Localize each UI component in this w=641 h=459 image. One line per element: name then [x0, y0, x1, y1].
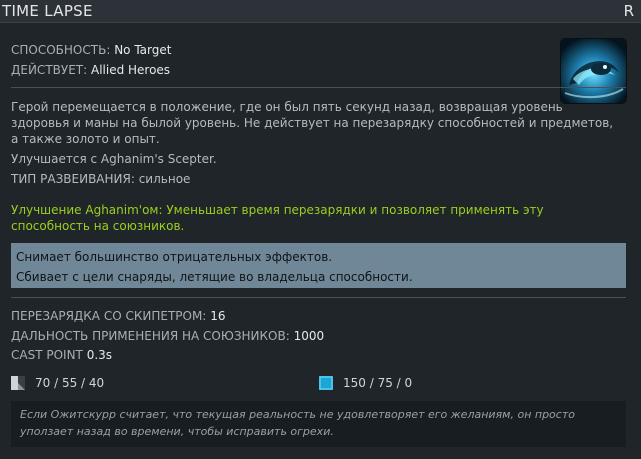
- note-item: Сбивает с цели снаряды, летящие во владе…: [16, 270, 413, 284]
- cooldown-icon: [11, 376, 25, 390]
- stat-value: 1000: [293, 329, 325, 343]
- scepter-upgrade-note: Улучшается с Aghanim's Scepter.: [11, 152, 217, 166]
- scepter-upgrade-text: Улучшение Aghanim'ом: Уменьшает время пе…: [11, 203, 544, 233]
- tooltip-header: TIME LAPSE R: [0, 0, 641, 23]
- mana-icon: [319, 376, 333, 390]
- time-lapse-icon: [561, 39, 626, 103]
- ability-behavior-label: СПОСОБНОСТЬ:: [11, 43, 111, 57]
- stat-cooldown-scepter: ПЕРЕЗАРЯДКА СО СКИПЕТРОМ: 16: [11, 309, 225, 323]
- ability-title: TIME LAPSE: [2, 2, 93, 20]
- ability-affects-value: Allied Heroes: [90, 63, 171, 77]
- note-item: Снимает большинство отрицательных эффект…: [16, 250, 333, 264]
- mana-values: 150 / 75 / 0: [343, 376, 413, 390]
- stat-label: CAST POINT: [11, 348, 83, 362]
- stat-label: ПЕРЕЗАРЯДКА СО СКИПЕТРОМ:: [11, 309, 207, 323]
- lore-text: Если Ожитскурр считает, что текущая реал…: [20, 408, 575, 438]
- stat-label: ДАЛЬНОСТЬ ПРИМЕНЕНИЯ НА СОЮЗНИКОВ:: [11, 329, 290, 343]
- stat-cast-point: CAST POINT 0.3s: [11, 348, 112, 362]
- tooltip-body: [0, 23, 641, 459]
- dispel-type: ТИП РАЗВЕИВАНИЯ: сильное: [11, 172, 191, 186]
- ability-description: Герой перемещается в положение, где он б…: [11, 100, 614, 146]
- ability-behavior-value: No Target: [114, 43, 172, 57]
- ability-affects: ДЕЙСТВУЕТ: Allied Heroes: [11, 63, 170, 77]
- stat-value: 0.3s: [86, 348, 113, 362]
- ability-behavior: СПОСОБНОСТЬ: No Target: [11, 43, 171, 57]
- separator: [11, 87, 626, 88]
- ability-notes: Снимает большинство отрицательных эффект…: [11, 243, 626, 288]
- stat-value: 16: [210, 309, 226, 323]
- separator: [11, 297, 626, 298]
- ability-affects-label: ДЕЙСТВУЕТ:: [11, 63, 88, 77]
- ability-lore: Если Ожитскурр считает, что текущая реал…: [11, 401, 626, 447]
- ability-hotkey: R: [623, 2, 634, 20]
- stat-ally-range: ДАЛЬНОСТЬ ПРИМЕНЕНИЯ НА СОЮЗНИКОВ: 1000: [11, 329, 324, 343]
- cooldown-values: 70 / 55 / 40: [35, 376, 105, 390]
